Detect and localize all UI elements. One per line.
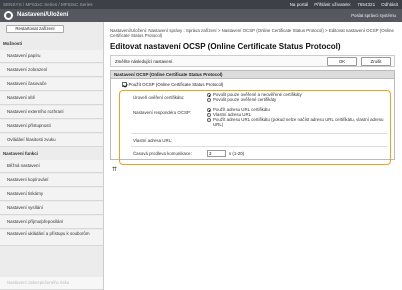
cancel-button[interactable]: Zrušit [361, 57, 391, 66]
sidebar-item-external-interface[interactable]: Nastavení externího rozhraní [0, 106, 103, 119]
preferences-header: Možnosti [3, 41, 23, 46]
page-title: Editovat nastavení OCSP (Online Certific… [110, 42, 341, 51]
mail-admin-link[interactable]: Poslat správci systému [351, 13, 396, 18]
instruction-row: Změňte následující nastavení. OK Zrušit [110, 55, 395, 67]
user-id: 7654321 [357, 2, 376, 7]
verify-option-verified-radio[interactable] [207, 98, 211, 103]
sidebar-item-paper[interactable]: Nastavení papíru [0, 50, 103, 63]
logout-link[interactable]: Odhlásit [381, 2, 398, 7]
double-up-arrow-icon[interactable]: ⇈ [112, 166, 117, 173]
instruction-text: Změňte následující nastavení. [115, 59, 174, 64]
restart-device-button[interactable]: Restartovat zařízení [6, 25, 64, 33]
user-label: Přihlásit uživatele: [314, 2, 352, 7]
verify-level-label: Úroveň ověření certifikátu: [133, 95, 185, 100]
use-ocsp-checkbox[interactable] [122, 82, 127, 87]
sidebar: Restartovat zařízení Možnosti Nastavení … [0, 22, 104, 290]
sidebar-item-secure-print[interactable]: Nastavení zabezpečeného tisku [0, 277, 103, 290]
sidebar-item-volume[interactable]: Ovládání hlasitosti zvuku [0, 134, 103, 147]
settings-logo-icon [4, 11, 13, 20]
sidebar-item-timer[interactable]: Nastavení časovače [0, 78, 103, 91]
portal-link[interactable]: Na portál [290, 2, 309, 7]
verify-option-all-radio[interactable] [207, 93, 211, 98]
ok-button[interactable]: OK [327, 57, 357, 66]
breadcrumb: Nastavení/Uložení: Nastavení správy : Sp… [110, 28, 394, 38]
sidebar-item-copy[interactable]: Nastavení kopírování [0, 174, 103, 187]
top-bar: SENSYS / MF63xC Series / MF63xC Series N… [0, 0, 402, 9]
timeout-input[interactable]: 3 [207, 150, 226, 157]
sidebar-item-send[interactable]: Nastavení vysílání [0, 202, 103, 215]
function-settings-header: Nastavení funkcí [3, 151, 38, 156]
timeout-label: Časová prodleva komunikace: [133, 151, 192, 156]
app-title: Nastavení/Uložení [17, 12, 69, 18]
product-name: SENSYS / MF63xC Series / MF63xC Series [3, 2, 93, 7]
responder-label: Nastavení respondéru OCSP: [133, 110, 192, 115]
section-header: Nastavení OCSP (Online Certificate Statu… [111, 71, 394, 79]
use-ocsp-row[interactable]: Použít OCSP (Online Certificate Status P… [122, 82, 223, 87]
sidebar-item-store-access[interactable]: Nastavení ukládání a přístupu k souborům [0, 230, 103, 246]
sidebar-item-network[interactable]: Nastavení sítě [0, 92, 103, 105]
title-bar: Nastavení/Uložení Poslat správci systému [0, 9, 402, 22]
divider [131, 133, 387, 134]
responder-option-fallback-label: Použít adresu URL certifikátu (pokud nel… [213, 117, 384, 127]
sidebar-item-common[interactable]: Běžná nastavení [0, 160, 103, 173]
sidebar-item-display[interactable]: Nastavení zobrazení [0, 64, 103, 77]
custom-url-label: Vlastní adresa URL: [133, 138, 173, 143]
divider [131, 146, 387, 147]
sidebar-item-accessibility[interactable]: Nastavení přístupnosti [0, 120, 103, 133]
timeout-unit: s (1-20) [229, 151, 245, 156]
responder-option-fallback-radio[interactable] [207, 118, 211, 123]
responder-option-cert-url-radio[interactable] [207, 108, 211, 113]
responder-option-custom-url-radio[interactable] [207, 113, 211, 118]
sidebar-item-receive-forward[interactable]: Nastavení příjmu/přeposílání [0, 216, 103, 229]
responder-option-fallback[interactable]: Použít adresu URL certifikátu (pokud nel… [207, 117, 387, 128]
use-ocsp-label: Použít OCSP (Online Certificate Status P… [128, 82, 224, 87]
verify-option-verified[interactable]: Povolit pouze ověřené certifikáty [207, 97, 277, 103]
verify-option-verified-label: Povolit pouze ověřené certifikáty [213, 97, 277, 102]
sidebar-item-printer[interactable]: Nastavení tiskárny [0, 188, 103, 201]
